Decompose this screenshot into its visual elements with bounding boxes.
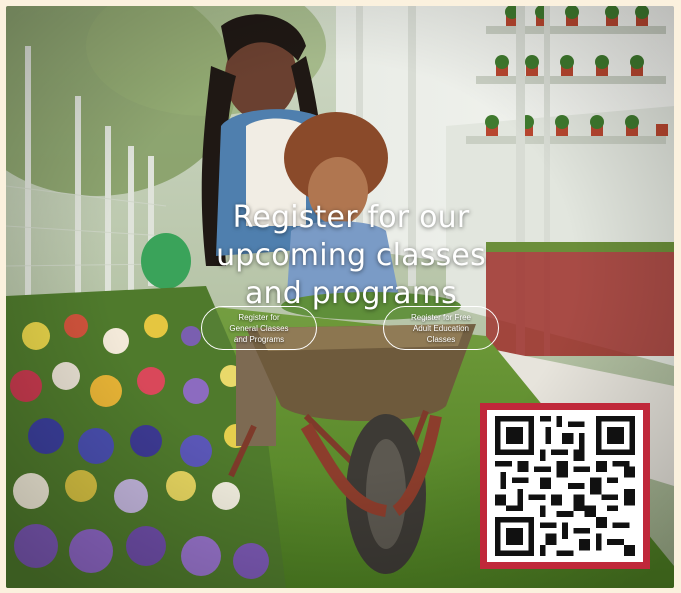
headline-line-1: Register for our xyxy=(232,200,470,235)
qr-code-frame[interactable] xyxy=(480,403,650,569)
button-line-3: Classes xyxy=(426,334,456,344)
promo-banner: Register for our upcoming classes and pr… xyxy=(6,6,674,588)
headline: Register for our upcoming classes and pr… xyxy=(156,199,546,313)
headline-line-2: upcoming classes xyxy=(216,238,486,273)
button-line-2: General Classes xyxy=(229,323,289,333)
register-general-classes-button[interactable]: Register for General Classes and Program… xyxy=(201,306,317,350)
button-line-1: Register for Free xyxy=(410,312,472,322)
button-line-2: Adult Education xyxy=(412,323,470,333)
qr-code[interactable] xyxy=(487,410,643,562)
button-line-1: Register for xyxy=(238,312,280,322)
register-adult-education-button[interactable]: Register for Free Adult Education Classe… xyxy=(383,306,499,350)
button-line-3: and Programs xyxy=(233,334,285,344)
qr-code-icon xyxy=(495,416,635,556)
